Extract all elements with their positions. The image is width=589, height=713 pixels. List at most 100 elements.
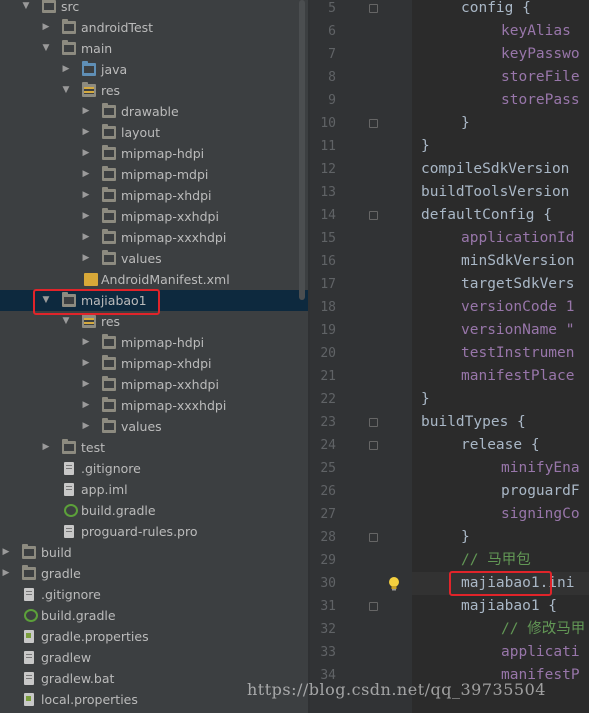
tree-item-label: mipmap-xhdpi — [121, 356, 212, 371]
tree-item-mipmap-xxxhdpi[interactable]: ▶ mipmap-xxxhdpi — [0, 227, 308, 248]
fold-marker-icon[interactable] — [369, 119, 378, 128]
code-line[interactable]: // 马甲包 — [461, 549, 531, 572]
line-number: 32 — [320, 622, 336, 637]
tree-item-drawable[interactable]: ▶ drawable — [0, 101, 308, 122]
expand-arrow-right-icon[interactable]: ▶ — [80, 206, 92, 227]
code-editor[interactable]: 5 6 7 8 9 10 11 12 13 14 15 16 17 18 19 20 21 22 23 24 25 26 2… — [310, 0, 589, 713]
project-tree-panel[interactable]: ▼ src ▶ androidTest ▼ main ▶ java ▼ res ▶ drawable ▶… — [0, 0, 308, 713]
tree-item-app-iml[interactable]: app.iml — [0, 479, 308, 500]
code-line[interactable]: buildTypes { — [421, 411, 526, 434]
code-line[interactable]: versionCode 1 — [461, 296, 575, 319]
tree-item-build-gradle[interactable]: build.gradle — [0, 605, 308, 626]
fold-marker-icon[interactable] — [369, 418, 378, 427]
expand-arrow-right-icon[interactable]: ▶ — [40, 437, 52, 458]
fold-marker-icon[interactable] — [369, 441, 378, 450]
tree-item-build-gradle[interactable]: build.gradle — [0, 500, 308, 521]
expand-arrow-right-icon[interactable]: ▶ — [80, 416, 92, 437]
fold-marker-icon[interactable] — [369, 211, 378, 220]
tree-item-layout[interactable]: ▶ layout — [0, 122, 308, 143]
code-line[interactable]: testInstrumen — [461, 342, 575, 365]
text-file-icon — [24, 651, 34, 664]
code-line[interactable]: config { — [461, 0, 531, 20]
tree-item-test[interactable]: ▶ test — [0, 437, 308, 458]
code-line[interactable]: manifestPlace — [461, 365, 575, 388]
code-line[interactable]: compileSdkVersion — [421, 158, 569, 181]
tree-item-androidtest[interactable]: ▶ androidTest — [0, 17, 308, 38]
tree-item-mipmap-hdpi[interactable]: ▶ mipmap-hdpi — [0, 332, 308, 353]
code-line[interactable]: targetSdkVers — [461, 273, 575, 296]
fold-marker-icon[interactable] — [369, 602, 378, 611]
tree-item-gradle-properties[interactable]: gradle.properties — [0, 626, 308, 647]
code-line[interactable]: minSdkVersion — [461, 250, 575, 273]
code-line[interactable]: } — [461, 112, 470, 135]
expand-arrow-right-icon[interactable]: ▶ — [40, 17, 52, 38]
tree-scrollbar-thumb[interactable] — [299, 0, 305, 300]
tree-item-mipmap-xhdpi[interactable]: ▶ mipmap-xhdpi — [0, 185, 308, 206]
tree-item-gitignore[interactable]: .gitignore — [0, 584, 308, 605]
expand-arrow-down-icon[interactable]: ▼ — [40, 38, 52, 59]
code-line[interactable]: // 修改马甲 — [501, 618, 585, 641]
tree-item-java[interactable]: ▶ java — [0, 59, 308, 80]
tree-item-main[interactable]: ▼ main — [0, 38, 308, 59]
tree-item-gradlew[interactable]: gradlew — [0, 647, 308, 668]
code-line[interactable]: buildToolsVersion — [421, 181, 569, 204]
code-line[interactable]: signingCo — [501, 503, 580, 526]
expand-arrow-right-icon[interactable]: ▶ — [80, 143, 92, 164]
code-line[interactable]: } — [421, 135, 430, 158]
lightbulb-icon[interactable] — [385, 575, 403, 593]
tree-item-values[interactable]: ▶ values — [0, 416, 308, 437]
gradle-file-icon — [24, 609, 38, 622]
code-line[interactable]: release { — [461, 434, 540, 457]
resources-folder-icon — [82, 313, 96, 328]
code-line[interactable]: applicati — [501, 641, 580, 664]
code-line[interactable]: applicationId — [461, 227, 575, 250]
code-line[interactable]: majiabao1 { — [461, 595, 557, 618]
expand-arrow-right-icon[interactable]: ▶ — [80, 122, 92, 143]
code-line[interactable]: keyPasswo — [501, 43, 580, 66]
expand-arrow-down-icon[interactable]: ▼ — [20, 0, 32, 17]
code-line[interactable]: keyAlias — [501, 20, 571, 43]
tree-item-gitignore[interactable]: .gitignore — [0, 458, 308, 479]
fold-marker-icon[interactable] — [369, 533, 378, 542]
expand-arrow-right-icon[interactable]: ▶ — [80, 164, 92, 185]
expand-arrow-right-icon[interactable]: ▶ — [0, 563, 12, 584]
tree-item-mipmap-hdpi[interactable]: ▶ mipmap-hdpi — [0, 143, 308, 164]
tree-item-res[interactable]: ▼ res — [0, 80, 308, 101]
tree-item-androidmanifest-xml[interactable]: AndroidManifest.xml — [0, 269, 308, 290]
code-line[interactable]: } — [461, 526, 470, 549]
code-text: // 修改马甲 — [501, 621, 586, 637]
expand-arrow-right-icon[interactable]: ▶ — [80, 248, 92, 269]
tree-item-mipmap-xxxhdpi[interactable]: ▶ mipmap-xxxhdpi — [0, 395, 308, 416]
expand-arrow-right-icon[interactable]: ▶ — [80, 395, 92, 416]
expand-arrow-down-icon[interactable]: ▼ — [60, 80, 72, 101]
expand-arrow-right-icon[interactable]: ▶ — [80, 101, 92, 122]
code-line[interactable]: versionName " — [461, 319, 575, 342]
code-line[interactable]: } — [421, 388, 430, 411]
code-line[interactable]: proguardF — [501, 480, 580, 503]
tree-item-gradle[interactable]: ▶ gradle — [0, 563, 308, 584]
tree-item-src[interactable]: ▼ src — [0, 0, 308, 17]
expand-arrow-right-icon[interactable]: ▶ — [80, 185, 92, 206]
tree-item-values[interactable]: ▶ values — [0, 248, 308, 269]
tree-item-build[interactable]: ▶ build — [0, 542, 308, 563]
expand-arrow-right-icon[interactable]: ▶ — [80, 332, 92, 353]
expand-arrow-right-icon[interactable]: ▶ — [80, 374, 92, 395]
tree-item-mipmap-xhdpi[interactable]: ▶ mipmap-xhdpi — [0, 353, 308, 374]
code-line[interactable]: storeFile — [501, 66, 580, 89]
code-text: minSdkVersion — [461, 253, 575, 269]
tree-item-mipmap-xxhdpi[interactable]: ▶ mipmap-xxhdpi — [0, 206, 308, 227]
line-number: 21 — [320, 369, 336, 384]
line-number: 12 — [320, 162, 336, 177]
expand-arrow-right-icon[interactable]: ▶ — [80, 353, 92, 374]
expand-arrow-right-icon[interactable]: ▶ — [80, 227, 92, 248]
expand-arrow-right-icon[interactable]: ▶ — [0, 542, 12, 563]
expand-arrow-right-icon[interactable]: ▶ — [60, 59, 72, 80]
tree-item-mipmap-mdpi[interactable]: ▶ mipmap-mdpi — [0, 164, 308, 185]
tree-scrollbar[interactable] — [298, 0, 306, 713]
code-line[interactable]: storePass — [501, 89, 580, 112]
tree-item-mipmap-xxhdpi[interactable]: ▶ mipmap-xxhdpi — [0, 374, 308, 395]
code-line[interactable]: defaultConfig { — [421, 204, 552, 227]
tree-item-proguard-rules-pro[interactable]: proguard-rules.pro — [0, 521, 308, 542]
code-line[interactable]: minifyEna — [501, 457, 580, 480]
fold-marker-icon[interactable] — [369, 4, 378, 13]
